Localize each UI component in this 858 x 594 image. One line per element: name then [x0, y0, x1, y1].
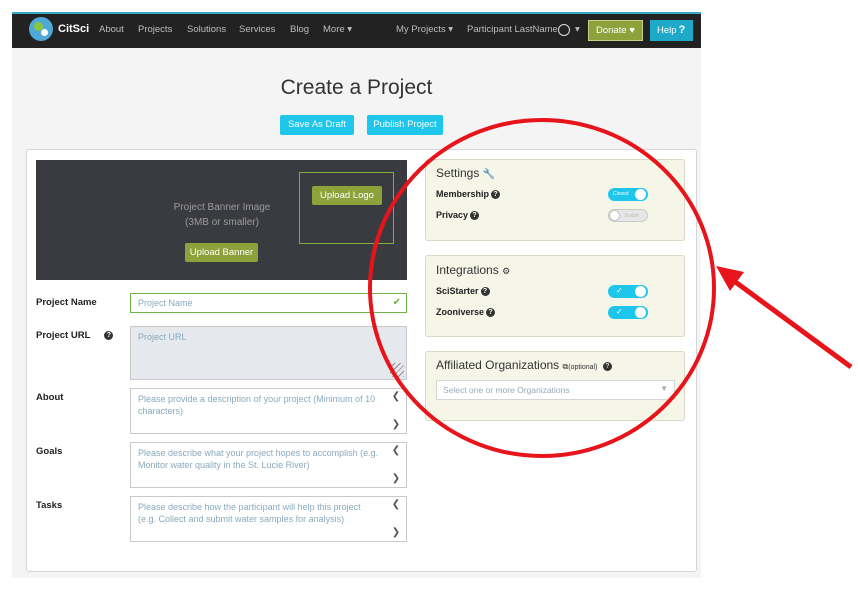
annotation-overlay: [368, 118, 853, 458]
highlight-circle: [368, 118, 716, 458]
annotation-arrow-shaft: [728, 275, 853, 370]
